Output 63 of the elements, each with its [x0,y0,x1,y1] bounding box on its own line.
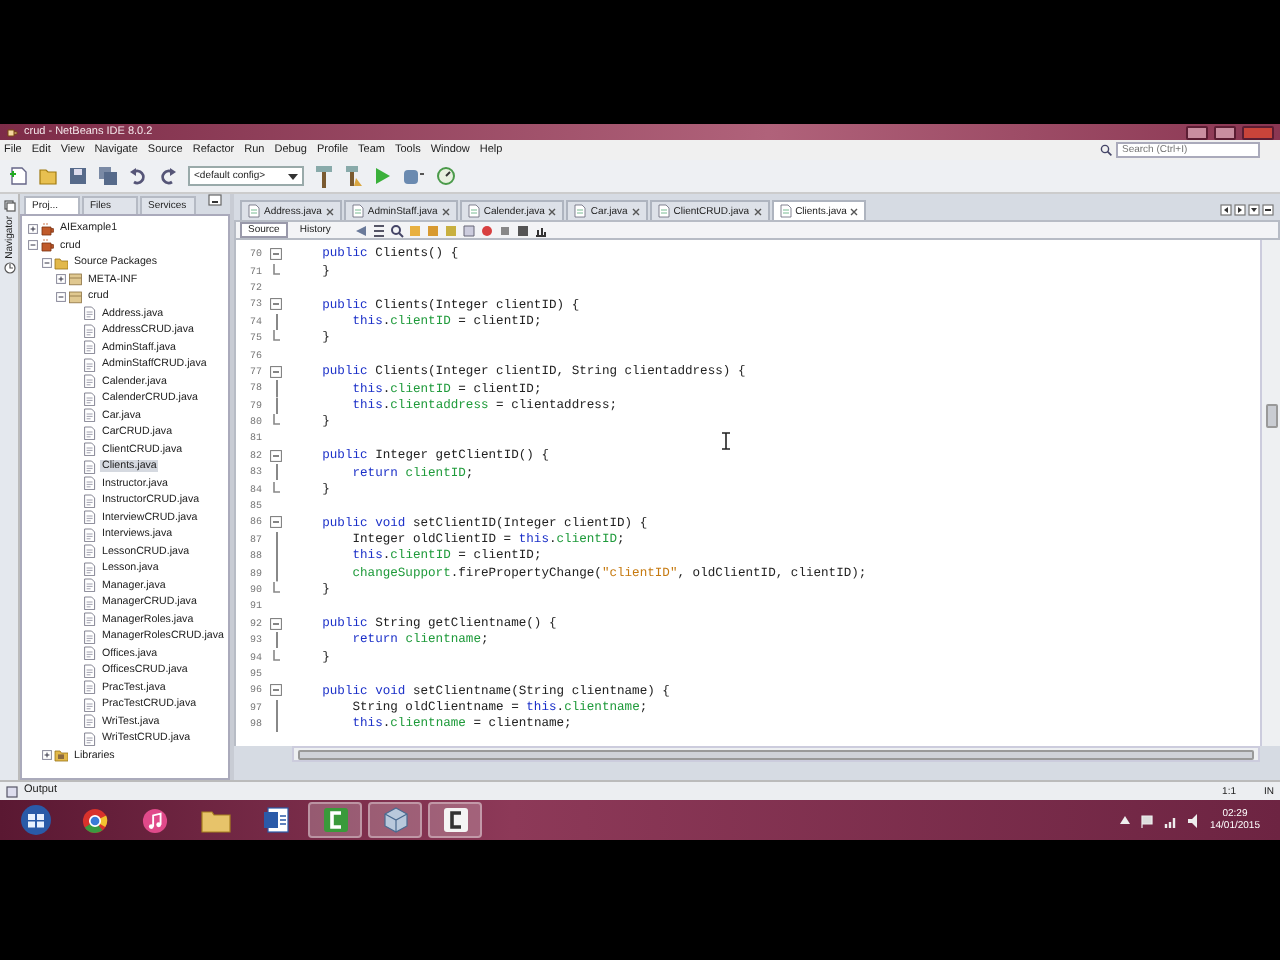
collapse-icon[interactable] [41,257,51,268]
vertical-scrollbar[interactable] [1260,240,1280,746]
close-icon[interactable] [325,207,334,215]
collapse-icon[interactable] [27,240,37,251]
collapse-icon[interactable] [55,291,65,302]
restore-icon[interactable] [1262,204,1274,216]
fold-end-icon [272,263,280,280]
search-icon[interactable] [390,223,405,237]
collapse-icon[interactable] [270,248,282,261]
window-stack-icon[interactable] [3,200,15,212]
undo-icon[interactable] [128,166,148,186]
fold-end-icon [272,481,280,498]
collapse-icon[interactable] [270,298,282,311]
bar-chart-icon[interactable] [534,223,549,237]
fold-end-icon [272,414,280,431]
compass-icon[interactable] [3,262,15,275]
collapse-icon[interactable] [270,449,282,462]
horizontal-scrollbar[interactable] [292,746,1260,762]
minimize-button[interactable] [1186,125,1208,139]
flag-icon[interactable] [1139,813,1154,827]
scroll-right-icon[interactable] [1234,204,1246,216]
signal-bars-icon[interactable] [1163,813,1178,827]
collapse-icon[interactable] [270,516,282,529]
collapse-icon[interactable] [270,617,282,630]
close-icon[interactable] [548,207,557,215]
square-icon[interactable] [498,223,513,237]
close-button[interactable] [1242,125,1274,139]
minimize-icon[interactable] [208,194,222,206]
redo-icon[interactable] [158,166,178,186]
close-icon[interactable] [753,207,762,215]
list-icon[interactable] [372,223,387,237]
collapse-icon[interactable] [270,684,282,697]
coffee-cup-icon [6,126,18,138]
expand-icon[interactable] [55,274,65,285]
search-icon [1100,144,1112,156]
close-icon[interactable] [631,207,640,215]
close-icon[interactable] [441,207,450,215]
fold-end-icon [272,330,280,347]
bracket-app-icon[interactable] [428,802,482,838]
close-icon[interactable] [850,207,859,215]
bracket-app-icon[interactable] [308,802,362,838]
maximize-button[interactable] [1214,125,1236,139]
gauge-icon[interactable] [436,166,460,186]
fold-end-icon [272,582,280,598]
save-all-icon[interactable] [98,166,118,186]
books-folder-icon [54,748,68,763]
speaker-icon[interactable] [1187,813,1200,827]
dropdown-icon[interactable] [1248,204,1260,216]
save-icon[interactable] [68,166,88,186]
output-window-icon[interactable] [6,785,18,797]
fold-end-icon [272,649,280,666]
scroll-left-icon[interactable] [1220,204,1232,216]
expand-icon[interactable] [27,223,37,234]
chevron-up-icon[interactable] [1119,816,1130,824]
folder-icon [54,255,68,270]
broom-hammer-icon[interactable] [344,164,364,188]
hammer-icon[interactable] [314,164,334,188]
new-file-icon[interactable] [8,166,28,186]
stop-macro-icon[interactable] [480,223,495,237]
caret-icon [288,173,298,179]
collapse-icon[interactable] [270,365,282,378]
expand-icon[interactable] [41,750,51,761]
text-cursor-icon [722,432,730,450]
